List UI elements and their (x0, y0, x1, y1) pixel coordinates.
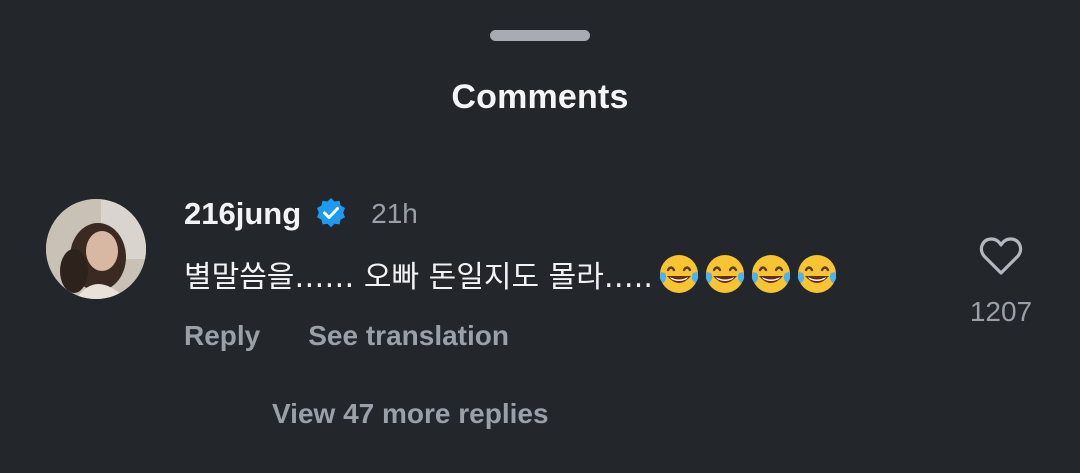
drag-handle[interactable] (490, 30, 590, 41)
comment-body: 별말씀을…… 오빠 돈일지도 몰라….. (184, 260, 653, 295)
comment-actions: Reply See translation (184, 320, 924, 352)
face-with-tears-of-joy-icon (703, 252, 747, 296)
comment-text: 별말씀을…… 오빠 돈일지도 몰라….. (184, 252, 924, 296)
heart-outline-icon[interactable] (979, 236, 1023, 276)
reply-button[interactable]: Reply (184, 320, 260, 352)
face-with-tears-of-joy-icon (795, 252, 839, 296)
verified-badge-icon (313, 196, 349, 232)
face-with-tears-of-joy-icon (749, 252, 793, 296)
comment: 216jung 21h 별말씀을…… 오빠 돈일지도 몰라….. Reply S… (184, 192, 924, 352)
comment-meta: 216jung 21h (184, 192, 924, 236)
face-with-tears-of-joy-icon (657, 252, 701, 296)
timestamp: 21h (371, 198, 418, 229)
view-more-replies-button[interactable]: View 47 more replies (272, 398, 549, 430)
like-count: 1207 (969, 296, 1033, 327)
see-translation-button[interactable]: See translation (308, 320, 509, 352)
username[interactable]: 216jung (184, 196, 301, 232)
emoji-group (657, 252, 841, 296)
like-section: 1207 (960, 236, 1042, 328)
comments-sheet: Comments 216jung 21h 별말씀을…… 오빠 돈일지도 몰라….… (0, 0, 1080, 473)
avatar[interactable] (46, 199, 146, 299)
sheet-title: Comments (451, 78, 629, 116)
